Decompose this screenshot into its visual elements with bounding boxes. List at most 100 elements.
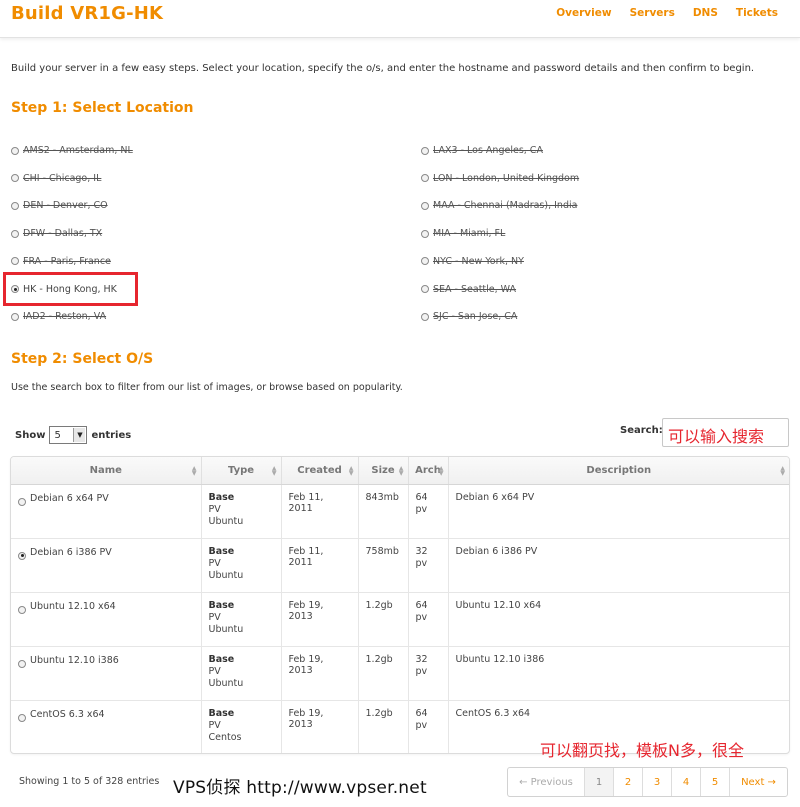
chevron-down-icon: ▼: [73, 428, 86, 442]
location-option: SJC - San Jose, CA: [421, 311, 517, 322]
watermark-text: VPS侦探 http://www.vpser.net: [173, 778, 427, 798]
location-label: CHI - Chicago, IL: [23, 172, 102, 184]
location-option: DEN - Denver, CO: [11, 200, 108, 211]
name-cell[interactable]: Ubuntu 12.10 i386: [11, 646, 202, 701]
page-button-5[interactable]: 5: [701, 768, 730, 796]
created-cell: Feb 19, 2013: [281, 646, 359, 701]
type-family: Ubuntu: [208, 515, 244, 527]
top-bar: Build VR1G-HK Overview Servers DNS Ticke…: [0, 0, 800, 38]
type-base: Base: [208, 707, 235, 719]
location-option: LAX3 - Los Angeles, CA: [421, 145, 543, 156]
description-cell: Debian 6 x64 PV: [448, 484, 789, 539]
name-cell[interactable]: CentOS 6.3 x64: [11, 700, 202, 753]
size-cell: 1.2gb: [358, 700, 409, 753]
image-radio[interactable]: [18, 713, 26, 722]
image-radio[interactable]: [18, 551, 26, 560]
type-virt: PV: [208, 719, 221, 731]
table-row[interactable]: Ubuntu 12.10 i386 Base PV Ubuntu Feb 19, 201…: [11, 646, 789, 701]
sort-icon: ▲ ▼: [348, 465, 354, 477]
name-cell[interactable]: Debian 6 x64 PV: [11, 484, 202, 539]
type-family: Ubuntu: [208, 623, 244, 635]
location-label: FRA - Paris, France: [23, 255, 111, 267]
search-input[interactable]: 可以输入搜索: [662, 418, 789, 447]
type-cell: Base PV Ubuntu: [201, 538, 282, 593]
location-option: DFW - Dallas, TX: [11, 228, 102, 239]
created-cell: Feb 19, 2013: [281, 700, 359, 753]
location-radio: [421, 285, 429, 293]
column-header-size[interactable]: Size ▲ ▼: [358, 457, 409, 485]
image-radio[interactable]: [18, 659, 26, 668]
top-nav: Overview Servers DNS Tickets: [556, 7, 778, 19]
type-family: Ubuntu: [208, 677, 244, 689]
name-cell[interactable]: Debian 6 i386 PV: [11, 538, 202, 593]
location-radio: [11, 257, 19, 266]
location-option: MAA - Chennai (Madras), India: [421, 200, 577, 211]
sort-icon: ▲ ▼: [191, 465, 197, 477]
location-option: LON - London, United Kingdom: [421, 173, 579, 184]
arch-bits: 64: [415, 491, 428, 503]
size-cell: 1.2gb: [358, 592, 409, 647]
image-radio[interactable]: [18, 497, 26, 506]
entries-label: entries: [91, 429, 132, 441]
location-label: DFW - Dallas, TX: [23, 228, 103, 240]
pagination: ← Previous 1 2 3 4 5 Next →: [507, 767, 788, 797]
image-name: Ubuntu 12.10 x64: [30, 600, 116, 612]
nav-dns[interactable]: DNS: [693, 7, 718, 19]
arch-virt: pv: [415, 611, 428, 623]
location-option: AMS2 - Amsterdam, NL: [11, 145, 133, 156]
column-header-arch[interactable]: Arch ▲ ▼: [408, 457, 449, 485]
nav-tickets[interactable]: Tickets: [736, 7, 778, 19]
show-label: Show: [15, 429, 46, 441]
image-radio[interactable]: [18, 605, 26, 614]
sort-icon: ▲ ▼: [398, 465, 404, 477]
arch-virt: pv: [415, 503, 428, 515]
arch-cell: 32 pv: [408, 538, 449, 593]
os-hint-text: Use the search box to filter from our li…: [11, 382, 403, 393]
page-button-3[interactable]: 3: [643, 768, 672, 796]
page-button-2[interactable]: 2: [614, 768, 643, 796]
page-button-1[interactable]: 1: [585, 768, 614, 796]
location-radio: [421, 257, 429, 266]
page-button-4[interactable]: 4: [672, 768, 701, 796]
selected-location-highlight: [3, 272, 138, 306]
location-radio: [421, 174, 429, 183]
nav-overview[interactable]: Overview: [556, 7, 611, 19]
column-header-name[interactable]: Name ▲ ▼: [11, 457, 202, 485]
column-header-type[interactable]: Type ▲ ▼: [201, 457, 282, 485]
page-length-control: Show 5 ▼ entries: [15, 426, 131, 444]
table-row[interactable]: Debian 6 i386 PV Base PV Ubuntu Feb 11, 2011…: [11, 538, 789, 593]
arch-bits: 64: [415, 707, 428, 719]
location-label: LAX3 - Los Angeles, CA: [433, 145, 543, 156]
arch-cell: 64 pv: [408, 700, 449, 753]
size-cell: 1.2gb: [358, 646, 409, 701]
table-row[interactable]: Debian 6 x64 PV Base PV Ubuntu Feb 11, 2011 8…: [11, 484, 789, 539]
name-cell[interactable]: Ubuntu 12.10 x64: [11, 592, 202, 647]
search-label: Search:: [620, 425, 663, 436]
sort-icon: ▲ ▼: [271, 465, 277, 477]
nav-servers[interactable]: Servers: [630, 7, 675, 19]
table-row[interactable]: Ubuntu 12.10 x64 Base PV Ubuntu Feb 19, 2013…: [11, 592, 789, 647]
created-cell: Feb 11, 2011: [281, 538, 359, 593]
type-virt: PV: [208, 557, 221, 569]
os-image-table: Name ▲ ▼ Type ▲ ▼ Created ▲ ▼ Size ▲ ▼ Arch ▲ ▼ De…: [10, 456, 790, 754]
location-option: MIA - Miami, FL: [421, 228, 505, 239]
location-label: DEN - Denver, CO: [23, 200, 108, 212]
type-base: Base: [208, 545, 235, 557]
next-page-button[interactable]: Next →: [730, 768, 787, 796]
description-cell: Ubuntu 12.10 x64: [448, 592, 789, 647]
size-cell: 758mb: [358, 538, 409, 593]
location-radio: [421, 312, 429, 321]
column-header-description[interactable]: Description ▲ ▼: [448, 457, 789, 485]
type-virt: PV: [208, 665, 221, 677]
previous-page-button[interactable]: ← Previous: [508, 768, 585, 796]
entries-select[interactable]: 5 ▼: [49, 426, 88, 444]
location-option: IAD2 - Reston, VA: [11, 311, 106, 322]
location-label: SJC - San Jose, CA: [433, 311, 518, 323]
type-cell: Base PV Centos: [201, 700, 282, 753]
location-radio: [11, 312, 19, 321]
column-header-created[interactable]: Created ▲ ▼: [281, 457, 359, 485]
location-label: NYC - New York, NY: [433, 255, 524, 267]
type-cell: Base PV Ubuntu: [201, 646, 282, 701]
type-base: Base: [208, 599, 235, 611]
table-info-text: Showing 1 to 5 of 328 entries: [19, 776, 160, 787]
